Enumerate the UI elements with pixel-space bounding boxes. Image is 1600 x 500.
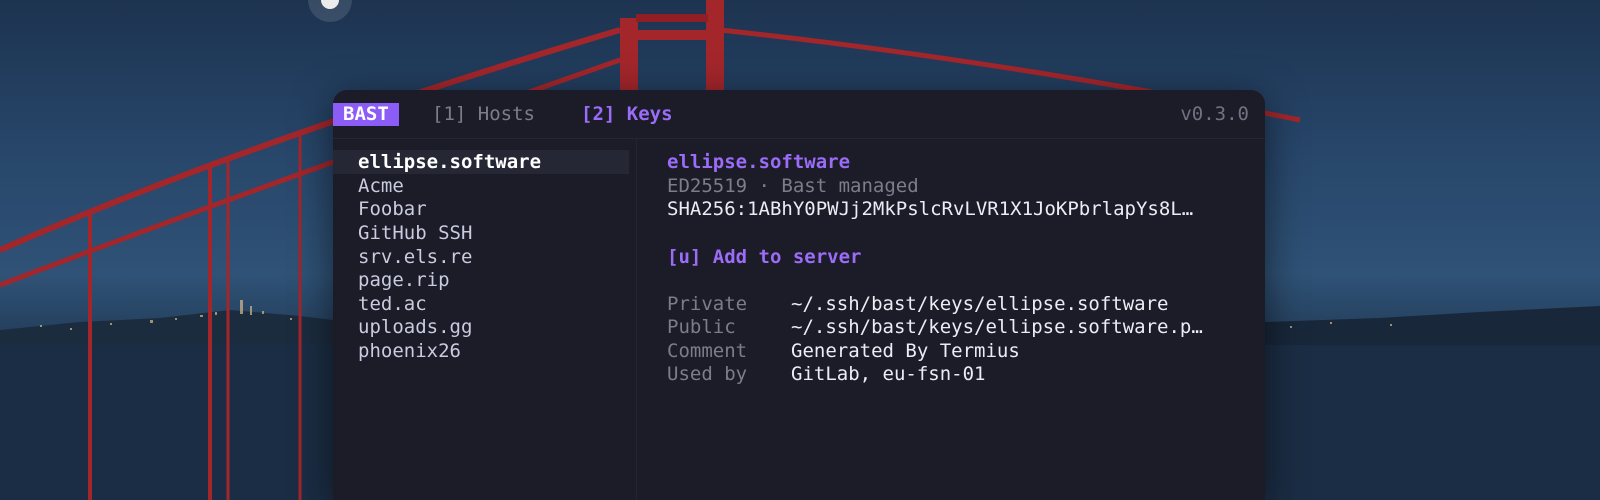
key-list-item-page-rip[interactable]: page.rip [333, 268, 629, 292]
key-list-item-phoenix26[interactable]: phoenix26 [333, 339, 629, 363]
key-list-item-acme[interactable]: Acme [333, 174, 629, 198]
far-shoreline [0, 310, 333, 345]
private-label: Private [667, 293, 748, 315]
key-list-item-foobar[interactable]: Foobar [333, 197, 629, 221]
tab-hosts[interactable]: [1] Hosts [432, 103, 535, 126]
key-list-item-ellipse-software[interactable]: ellipse.software [333, 150, 629, 174]
version-label: v0.3.0 [1180, 103, 1249, 125]
key-list-item-uploads-gg[interactable]: uploads.gg [333, 315, 629, 339]
comment-value: Generated By Termius [791, 340, 1020, 362]
private-path: ~/.ssh/bast/keys/ellipse.software [791, 293, 1169, 315]
key-details-panel: ellipse.software ED25519 · Bast managed … [667, 138, 1247, 500]
tab-bar: BAST [1] Hosts [2] Keys v0.3.0 [333, 90, 1265, 139]
moon-glow [308, 0, 352, 22]
add-to-server-button[interactable]: [u] Add to server [667, 245, 861, 269]
key-type: ED25519 · Bast managed [667, 175, 919, 197]
terminal-window: BAST [1] Hosts [2] Keys v0.3.0 ellipse.s… [333, 90, 1265, 500]
comment-label: Comment [667, 340, 748, 362]
key-title: ellipse.software [667, 151, 851, 173]
public-label: Public [667, 316, 736, 338]
tab-keys[interactable]: [2] Keys [581, 103, 673, 126]
bridge-tower [620, 0, 724, 100]
key-fingerprint: SHA256:1ABhY0PWJj2MkPslcRvLVR1X1JoKPbrla… [667, 198, 1194, 220]
key-list-item-github-ssh[interactable]: GitHub SSH [333, 221, 629, 245]
public-path: ~/.ssh/bast/keys/ellipse.software.p… [791, 316, 1203, 338]
used-by-label: Used by [667, 363, 748, 385]
app-badge: BAST [333, 103, 399, 126]
right-shoreline [1265, 306, 1600, 345]
key-list: ellipse.software Acme Foobar GitHub SSH … [333, 138, 637, 500]
used-by-value: GitLab, eu-fsn-01 [791, 363, 986, 385]
key-list-item-srv-els-re[interactable]: srv.els.re [333, 245, 629, 269]
key-list-item-ted-ac[interactable]: ted.ac [333, 292, 629, 316]
